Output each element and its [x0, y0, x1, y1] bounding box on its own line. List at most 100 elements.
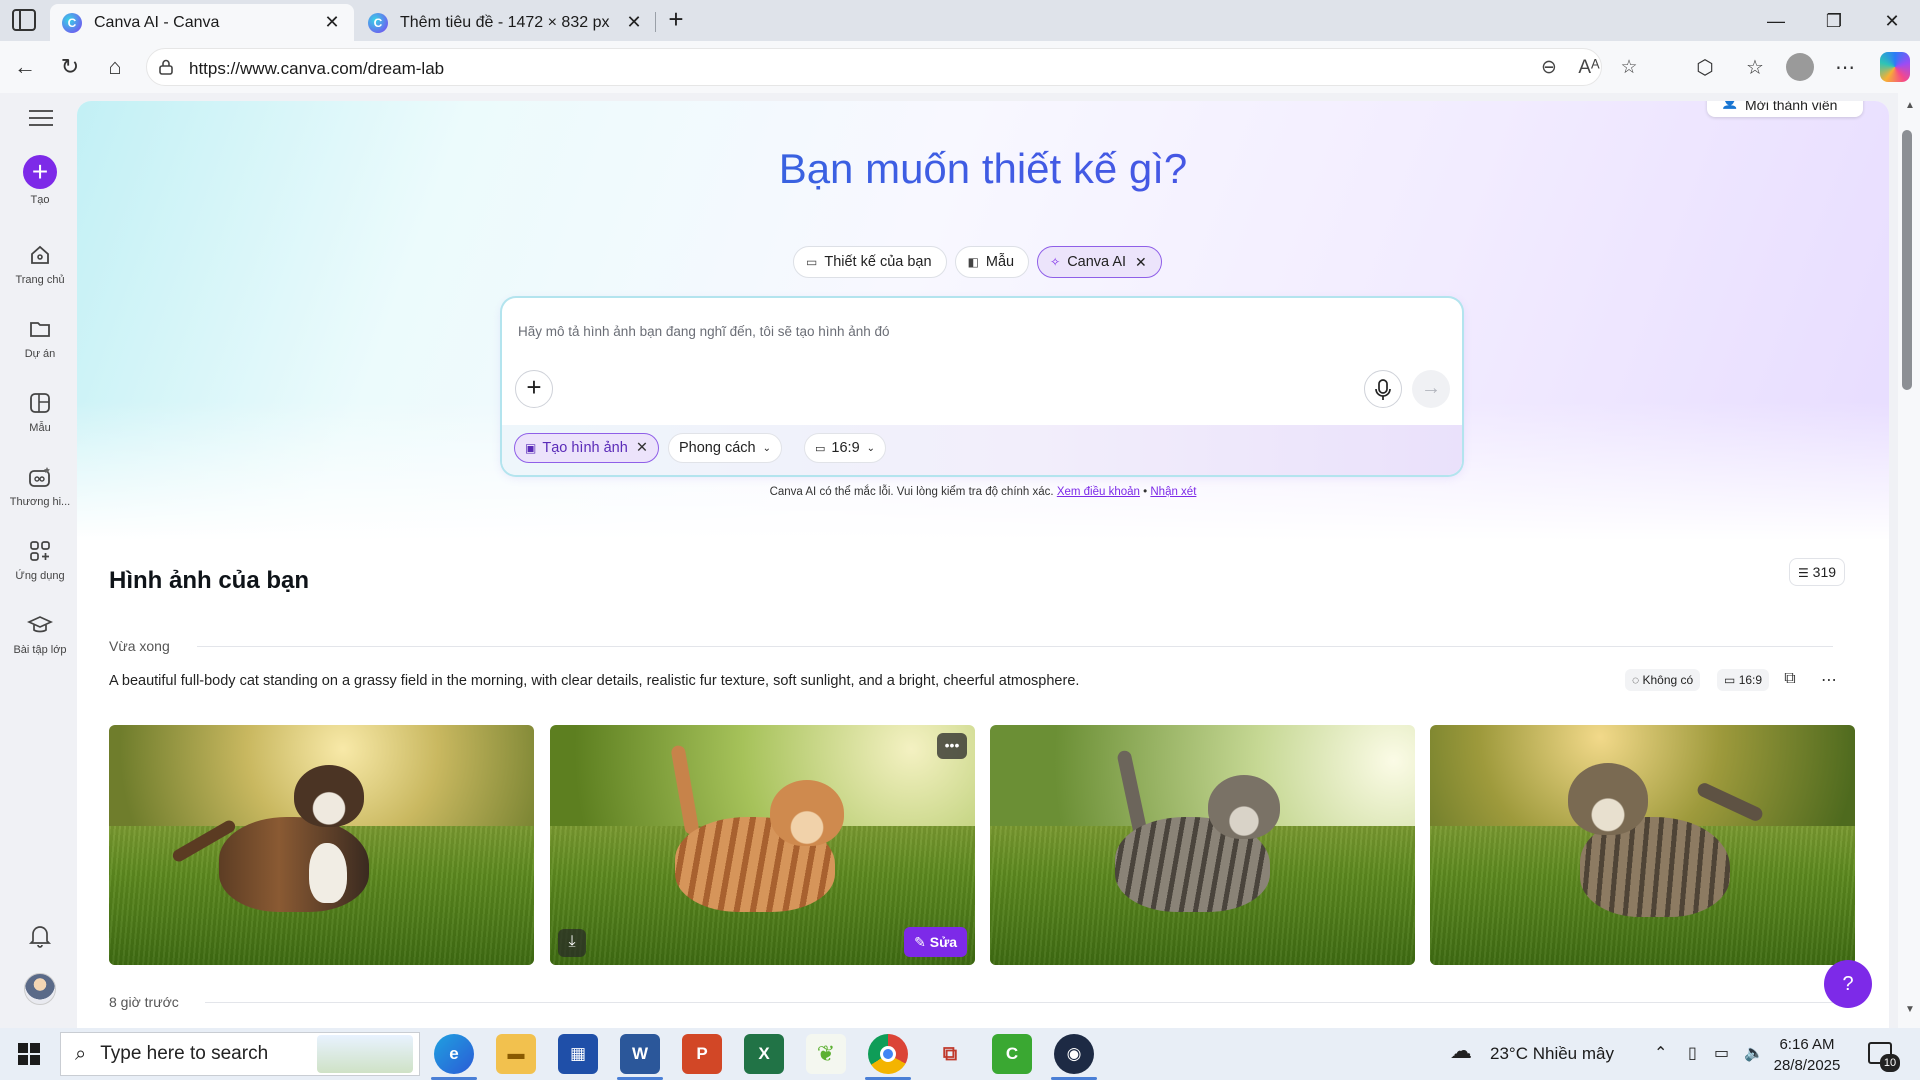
tray-chevron-up-icon[interactable]: ⌃ [1654, 1043, 1667, 1063]
group-label-recent: Vừa xong [109, 638, 170, 654]
windows-start-icon[interactable] [18, 1043, 40, 1065]
help-button[interactable]: ? [1824, 960, 1872, 1008]
terms-link[interactable]: Xem điều khoản [1057, 486, 1140, 498]
remove-pill-icon[interactable]: ✕ [1135, 254, 1147, 271]
send-button[interactable]: → [1412, 370, 1450, 408]
mode-chip-create-image[interactable]: ▣ Tạo hình ảnh ✕ [514, 433, 659, 463]
prompt-input[interactable]: Hãy mô tả hình ảnh bạn đang nghĩ đến, tô… [518, 324, 890, 339]
edge-icon[interactable]: e [434, 1034, 474, 1074]
volume-icon[interactable]: 🔈 [1744, 1043, 1764, 1063]
word-icon[interactable]: W [620, 1034, 660, 1074]
template-icon [26, 389, 54, 417]
add-attachment-button[interactable]: + [515, 370, 553, 408]
bell-icon[interactable] [28, 923, 52, 954]
read-aloud-icon[interactable]: Aᴬ [1576, 56, 1602, 82]
new-tab-button[interactable]: + [662, 6, 690, 34]
feedback-link[interactable]: Nhận xét [1150, 486, 1196, 498]
pill-label: Canva AI [1067, 254, 1127, 270]
powerpoint-icon[interactable]: P [682, 1034, 722, 1074]
store-icon[interactable]: ▦ [558, 1034, 598, 1074]
favorites-icon[interactable]: ☆ [1740, 53, 1770, 83]
copy-prompt-icon[interactable]: ⧉ [1779, 670, 1801, 692]
browser-tab-design[interactable]: C Thêm tiêu đề - 1472 × 832 px ✕ [356, 4, 656, 41]
weather-cloud-icon[interactable]: ☁ [1450, 1038, 1472, 1064]
sidebar-item-brand[interactable]: Thương hi... [0, 463, 80, 508]
edit-image-button[interactable]: ✎ Sửa [904, 927, 967, 957]
generation-prompt: A beautiful full-body cat standing on a … [109, 673, 1080, 689]
sidebar-item-projects[interactable]: Dự án [0, 315, 80, 360]
tab-separator [655, 12, 656, 32]
refresh-button[interactable]: ↻ [55, 53, 85, 83]
microphone-button[interactable] [1364, 370, 1402, 408]
group-label-earlier: 8 giờ trước [109, 994, 179, 1010]
more-options-icon[interactable]: ⋯ [1818, 670, 1840, 692]
app-green-icon[interactable]: C [992, 1034, 1032, 1074]
taskbar-search[interactable]: ⌕ Type here to search [60, 1032, 420, 1076]
minimize-button[interactable]: — [1756, 6, 1796, 36]
generated-image-3[interactable] [990, 725, 1415, 965]
disclaimer-text: Canva AI có thể mắc lỗi. Vui lòng kiểm t… [769, 486, 1054, 498]
excel-icon[interactable]: X [744, 1034, 784, 1074]
weather-text[interactable]: 23°C Nhiều mây [1490, 1044, 1614, 1064]
gallery-title: Hình ảnh của bạn [109, 567, 310, 594]
divider [205, 1002, 1833, 1003]
sidebar-item-classwork[interactable]: Bài tập lớp [0, 611, 80, 656]
sidebar-item-home[interactable]: Trang chủ [0, 241, 80, 286]
home-button[interactable]: ⌂ [100, 53, 130, 83]
address-bar[interactable]: https://www.canva.com/dream-lab ⊖ Aᴬ ☆ [146, 48, 1638, 86]
remove-mode-icon[interactable]: ✕ [636, 440, 648, 456]
extensions-icon[interactable]: ⬡ [1690, 53, 1720, 83]
chevron-down-icon: ⌄ [866, 442, 876, 454]
url-text[interactable]: https://www.canva.com/dream-lab [189, 59, 444, 79]
user-avatar[interactable] [24, 973, 56, 1005]
app-browser-icon[interactable]: ◉ [1054, 1034, 1094, 1074]
close-window-button[interactable]: ✕ [1872, 6, 1912, 36]
sidebar-item-create[interactable]: + Tạo [0, 155, 80, 206]
pill-templates[interactable]: ◧ Mẫu [954, 246, 1030, 278]
tab-actions-icon[interactable] [12, 9, 36, 31]
more-menu-icon[interactable]: ⋯ [1830, 53, 1860, 83]
scrollbar-thumb[interactable] [1902, 130, 1912, 390]
pill-your-designs[interactable]: ▭ Thiết kế của bạn [793, 246, 947, 278]
device-icon[interactable]: ▯ [1688, 1043, 1697, 1063]
download-button[interactable]: ⤓ [558, 929, 586, 957]
image-more-options-button[interactable]: ••• [937, 733, 967, 759]
battery-icon[interactable]: ▭ [1714, 1043, 1729, 1063]
close-tab-icon[interactable]: ✕ [624, 12, 644, 33]
file-explorer-icon[interactable]: ▬ [496, 1034, 536, 1074]
sidebar-item-apps[interactable]: Ứng dụng [0, 537, 80, 582]
back-button[interactable]: ← [10, 53, 40, 83]
credits-badge[interactable]: ☰ 319 [1789, 558, 1846, 586]
invite-members-button[interactable]: 👤 Mời thành viên [1707, 101, 1863, 117]
style-dropdown[interactable]: Phong cách ⌄ [668, 433, 782, 463]
brand-icon [26, 463, 54, 491]
copilot-icon[interactable] [1880, 52, 1910, 82]
chrome-icon[interactable] [868, 1034, 908, 1074]
chevron-down-icon: ⌄ [762, 442, 771, 454]
zoom-icon[interactable]: ⊖ [1536, 56, 1562, 82]
generated-image-2[interactable]: ••• ⤓ ✎ Sửa [550, 725, 975, 965]
scroll-down-icon[interactable]: ▼ [1905, 1004, 1915, 1015]
search-placeholder: Type here to search [100, 1043, 269, 1064]
browser-toolbar: ← ↻ ⌂ https://www.canva.com/dream-lab ⊖ … [0, 41, 1920, 93]
main-content: 👤 Mời thành viên Bạn muốn thiết kế gì? ▭… [77, 101, 1889, 1028]
profile-avatar[interactable] [1786, 53, 1814, 81]
close-tab-icon[interactable]: ✕ [322, 12, 342, 33]
restore-button[interactable]: ❐ [1814, 6, 1854, 36]
generated-image-4[interactable] [1430, 725, 1855, 965]
menu-icon[interactable] [29, 110, 53, 131]
favorite-star-icon[interactable]: ☆ [1616, 56, 1642, 82]
scroll-up-icon[interactable]: ▲ [1905, 100, 1915, 111]
pill-canva-ai[interactable]: ✧ Canva AI ✕ [1037, 246, 1162, 278]
sidebar-item-templates[interactable]: Mẫu [0, 389, 80, 434]
clock-time: 6:16 AM [1779, 1036, 1835, 1053]
app-translate-icon[interactable]: ⧉ [930, 1034, 970, 1074]
generated-image-1[interactable] [109, 725, 534, 965]
aspect-ratio-dropdown[interactable]: ▭ 16:9 ⌄ [804, 433, 887, 463]
system-clock[interactable]: 6:16 AM 28/8/2025 [1762, 1034, 1852, 1076]
ratio-meta-chip: ▭ 16:9 [1717, 669, 1770, 691]
browser-tab-canva-ai[interactable]: C Canva AI - Canva ✕ [50, 4, 354, 41]
ratio-icon: ▭ [1724, 673, 1736, 687]
app-leaf-icon[interactable]: ❦ [806, 1034, 846, 1074]
clock-date: 28/8/2025 [1773, 1057, 1841, 1074]
